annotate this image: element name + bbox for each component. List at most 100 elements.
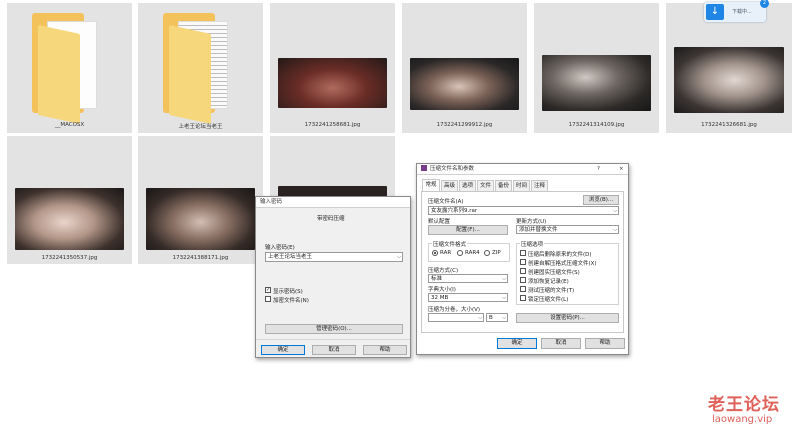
update-mode-value: 添加并替换文件: [519, 227, 558, 233]
file-name: __MACOSX: [54, 122, 85, 128]
option-label: 创建自解压格式压缩文件(X): [528, 261, 597, 267]
cancel-button[interactable]: 取消: [312, 345, 356, 355]
cancel-button[interactable]: 取消: [541, 338, 581, 349]
tab-time[interactable]: 时间: [513, 180, 530, 191]
image-thumbnail: [410, 58, 519, 110]
archive-name-input[interactable]: 女友露穴系列9.rar ⌵: [428, 206, 619, 215]
file-tile-folder-macosx[interactable]: __MACOSX: [7, 3, 132, 133]
option-label: 锁定压缩文件(L): [528, 297, 569, 303]
method-value: 标准: [431, 276, 443, 282]
browse-button[interactable]: 浏览(B)...: [583, 195, 619, 205]
file-tile-image[interactable]: 1732241314109.jpg: [534, 3, 659, 133]
archive-name-value: 女友露穴系列9.rar: [431, 208, 478, 214]
file-name: 1732241326681.jpg: [701, 122, 757, 128]
format-rar4-radio[interactable]: [457, 250, 463, 256]
file-name: 上老王论坛当老王: [178, 124, 223, 130]
dict-select[interactable]: 32 MB ⌵: [428, 293, 508, 302]
file-tile-image[interactable]: 1732241388171.jpg: [138, 136, 263, 264]
folder-front: [169, 25, 211, 124]
split-label: 压缩为分卷，大小(V): [428, 307, 481, 313]
divider: [256, 339, 410, 340]
winrar-icon: [421, 165, 427, 171]
file-name: 1732241258681.jpg: [304, 122, 361, 128]
file-tile-image[interactable]: 1732241258681.jpg: [270, 3, 395, 133]
tab-options[interactable]: 选项: [459, 180, 476, 191]
image-thumbnail: [146, 188, 255, 250]
chevron-down-icon[interactable]: ⌵: [613, 207, 617, 214]
option-label: 添加恢复记录(E): [528, 279, 569, 285]
format-rar4-label: RAR4: [465, 250, 480, 256]
chevron-down-icon[interactable]: ⌵: [502, 314, 506, 321]
show-password-checkbox[interactable]: ✓: [265, 287, 271, 293]
default-profile-label: 默认配置: [428, 219, 451, 225]
update-mode-select[interactable]: 添加并替换文件 ⌵: [516, 225, 619, 234]
tab-advanced[interactable]: 高级: [441, 180, 458, 191]
profiles-button[interactable]: 配置(F)...: [428, 225, 508, 235]
password-value: 上老王论坛当老王: [268, 254, 313, 260]
split-unit-value: B: [489, 315, 493, 321]
close-icon[interactable]: ×: [619, 164, 624, 175]
watermark-title: 老王论坛: [708, 395, 780, 415]
watermark-url: laowang.vip: [712, 414, 773, 425]
image-thumbnail: [278, 58, 387, 108]
option-solid-checkbox[interactable]: [520, 268, 526, 274]
image-thumbnail: [542, 55, 651, 111]
file-tile-image[interactable]: 1732241326681.jpg: [666, 3, 792, 133]
tab-backup[interactable]: 备份: [495, 180, 512, 191]
dialog-title-text: 压缩文件名和参数: [430, 166, 475, 172]
image-thumbnail: [674, 47, 784, 113]
download-status: 下载中...: [732, 9, 752, 15]
file-tile-image[interactable]: 1732241350537.jpg: [7, 136, 132, 264]
option-sfx-checkbox[interactable]: [520, 259, 526, 265]
password-dialog: 输入密码 带密码压缩 输入密码(E) 上老王论坛当老王 ⌵ ✓ 显示密码(S) …: [255, 196, 411, 358]
chevron-down-icon[interactable]: ⌵: [613, 226, 617, 233]
file-name: 1732241388171.jpg: [172, 255, 229, 261]
file-name: 1732241299912.jpg: [436, 122, 493, 128]
tab-general[interactable]: 常规: [422, 179, 440, 191]
option-recovery-checkbox[interactable]: [520, 277, 526, 283]
update-mode-label: 更新方式(U): [516, 219, 547, 225]
password-label: 输入密码(E): [265, 245, 295, 251]
dialog-title: 压缩文件名和参数 ? ×: [417, 164, 628, 175]
option-label: 压缩后删除原来的文件(D): [528, 252, 592, 258]
split-size-input[interactable]: ⌵: [428, 313, 484, 322]
set-password-button[interactable]: 设置密码(P)...: [516, 313, 619, 323]
download-arrow-icon[interactable]: ↓: [706, 4, 724, 20]
help-icon[interactable]: ?: [597, 164, 600, 175]
method-select[interactable]: 标准 ⌵: [428, 274, 508, 283]
option-label: 测试压缩的文件(T): [528, 288, 575, 294]
option-test-checkbox[interactable]: [520, 286, 526, 292]
download-widget[interactable]: ↓ 下载中... 2: [704, 0, 769, 22]
options-label: 压缩选项: [520, 240, 545, 248]
folder-front: [38, 25, 80, 124]
help-button[interactable]: 帮助: [585, 338, 625, 349]
chevron-down-icon[interactable]: ⌵: [397, 253, 401, 261]
dialog-heading: 带密码压缩: [317, 216, 345, 222]
manage-passwords-button[interactable]: 管理密码(O)...: [265, 324, 403, 334]
chevron-down-icon[interactable]: ⌵: [502, 275, 506, 282]
help-button[interactable]: 帮助: [363, 345, 407, 355]
option-delete-checkbox[interactable]: [520, 250, 526, 256]
chevron-down-icon[interactable]: ⌵: [502, 294, 506, 301]
file-tile-image[interactable]: 1732241299912.jpg: [402, 3, 527, 133]
split-unit-select[interactable]: B ⌵: [486, 313, 508, 322]
ok-button[interactable]: 确定: [497, 338, 537, 349]
encrypt-filenames-checkbox[interactable]: [265, 296, 271, 302]
method-label: 压缩方式(C): [428, 268, 459, 274]
file-name: 1732241314109.jpg: [568, 122, 625, 128]
option-lock-checkbox[interactable]: [520, 295, 526, 301]
dict-label: 字典大小(I): [428, 287, 456, 293]
tab-files[interactable]: 文件: [477, 180, 494, 191]
dialog-title: 输入密码: [256, 197, 410, 208]
archive-dialog: 压缩文件名和参数 ? × 常规 高级 选项 文件 备份 时间 注释 压缩文件名(…: [416, 163, 629, 355]
chevron-down-icon[interactable]: ⌵: [478, 314, 482, 321]
format-label: 压缩文件格式: [432, 240, 468, 248]
archive-name-label: 压缩文件名(A): [428, 199, 464, 205]
format-zip-radio[interactable]: [484, 250, 490, 256]
format-zip-label: ZIP: [492, 250, 501, 256]
format-rar-radio[interactable]: [432, 250, 438, 256]
file-tile-folder-laowang[interactable]: 上老王论坛当老王: [138, 3, 263, 133]
ok-button[interactable]: 确定: [261, 345, 305, 355]
tab-comment[interactable]: 注释: [531, 180, 548, 191]
password-input[interactable]: 上老王论坛当老王 ⌵: [265, 252, 403, 262]
